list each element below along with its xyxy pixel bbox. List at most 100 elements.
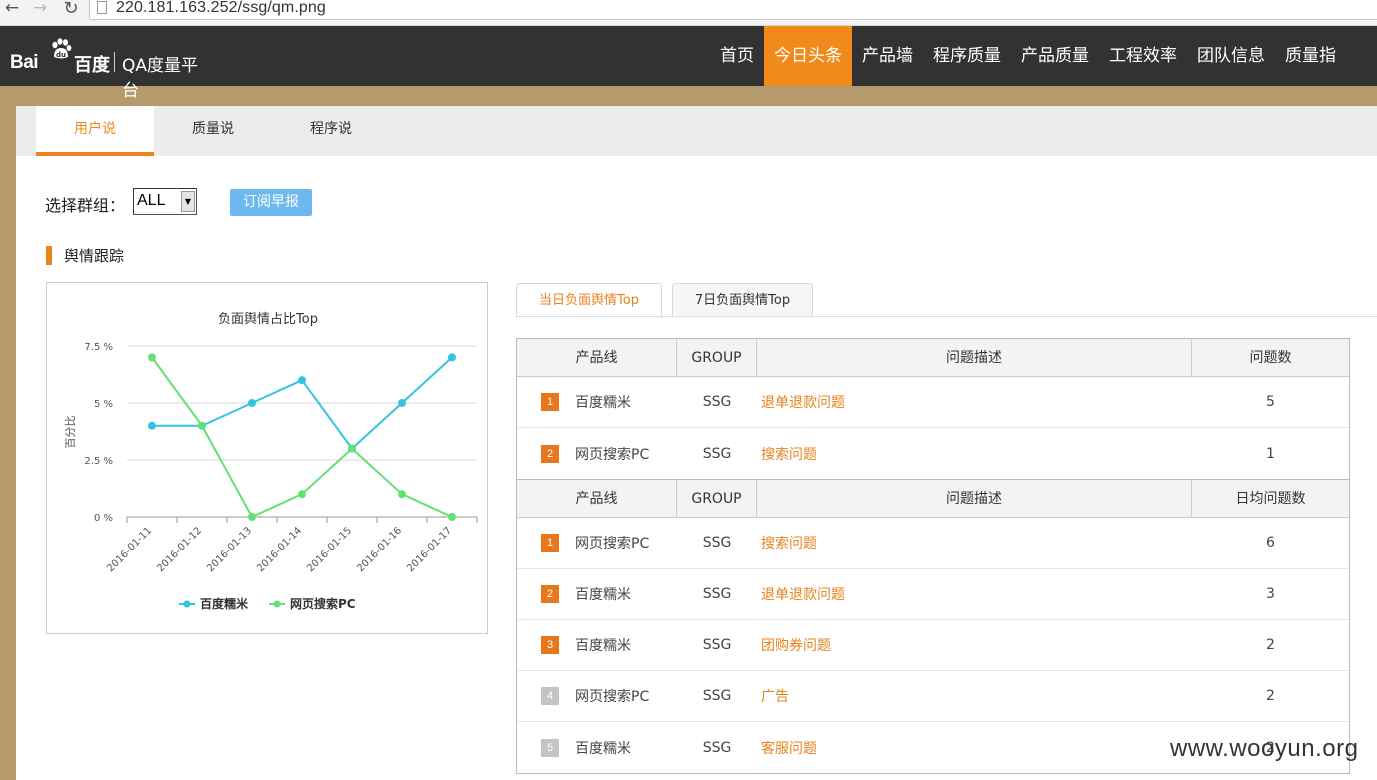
- group-cell: SSG: [702, 445, 732, 462]
- data-point: [348, 444, 356, 453]
- col-count: 问题数: [1249, 350, 1292, 366]
- data-point: [298, 490, 306, 499]
- 7day-issues-table: 产品线 GROUP 问题描述 日均问题数 1 网页搜索PC SSG 搜索问题 6 …: [516, 479, 1350, 774]
- platform-title: QA度量平台: [122, 56, 199, 101]
- logo-text-cn: 百度: [74, 55, 110, 76]
- col-product: 产品线: [517, 480, 677, 518]
- issue-link[interactable]: 搜索问题: [757, 533, 1192, 553]
- reload-icon[interactable]: ↻: [61, 0, 81, 20]
- nav-quality-index[interactable]: 质量指: [1275, 26, 1346, 86]
- issue-link[interactable]: 团购券问题: [757, 635, 1192, 655]
- nav-engineering-efficiency[interactable]: 工程效率: [1099, 26, 1187, 86]
- paw-icon: du: [52, 38, 72, 59]
- nav-product-quality[interactable]: 产品质量: [1011, 26, 1099, 86]
- data-point: [248, 513, 256, 521]
- product-name: 百度糯米: [575, 638, 631, 654]
- data-point: [248, 399, 256, 407]
- product-name: 网页搜索PC: [575, 446, 650, 463]
- nav-code-quality[interactable]: 程序质量: [923, 26, 1011, 86]
- x-tick-label: 2016-01-17: [405, 525, 454, 574]
- subscribe-report-button[interactable]: 订阅早报: [230, 189, 312, 216]
- issue-link[interactable]: 搜索问题: [757, 444, 1192, 464]
- data-point: [398, 399, 406, 407]
- table-header: 产品线 GROUP 问题描述 问题数: [517, 339, 1349, 377]
- count-cell: 5: [1266, 394, 1275, 410]
- issue-link[interactable]: 客服问题: [757, 738, 1192, 758]
- tab-code-says[interactable]: 程序说: [272, 106, 390, 156]
- table-row: 3 百度糯米 SSG 团购券问题 2: [517, 620, 1349, 671]
- data-point: [448, 513, 456, 521]
- data-point: [398, 490, 406, 499]
- url-field[interactable]: 220.181.163.252/ssg/qm.png: [89, 0, 1377, 20]
- section-title: 舆情跟踪: [64, 247, 125, 265]
- watermark: www.wooyun.org: [1170, 735, 1359, 762]
- nav-team-info[interactable]: 团队信息: [1187, 26, 1275, 86]
- top-nav: 首页 今日头条 产品墙 程序质量 产品质量 工程效率 团队信息 质量指: [710, 26, 1346, 86]
- issue-link[interactable]: 广告: [757, 686, 1192, 706]
- table-row: 1 百度糯米 SSG 退单退款问题 5: [517, 377, 1349, 428]
- nav-today-headlines[interactable]: 今日头条: [764, 26, 852, 86]
- tab-user-says[interactable]: 用户说: [36, 106, 154, 156]
- group-filter-label: 选择群组：: [45, 196, 126, 215]
- x-tick-label: 2016-01-14: [255, 525, 304, 574]
- tab-today-negative-top[interactable]: 当日负面舆情Top: [516, 283, 662, 318]
- y-tick-label: 0 %: [94, 513, 113, 524]
- url-text: 220.181.163.252/ssg/qm.png: [116, 0, 326, 16]
- browser-address-bar: ← → ↻ 220.181.163.252/ssg/qm.png: [0, 0, 1377, 26]
- x-tick-label: 2016-01-16: [355, 525, 404, 574]
- logo-divider: [114, 52, 115, 72]
- nav-home[interactable]: 首页: [710, 26, 764, 86]
- col-group: GROUP: [677, 480, 757, 518]
- col-product: 产品线: [517, 339, 677, 377]
- y-tick-label: 2.5 %: [84, 456, 113, 467]
- svg-text:du: du: [56, 51, 66, 59]
- legend-label: 网页搜索PC: [290, 596, 356, 611]
- count-cell: 2: [1266, 637, 1275, 653]
- nav-product-wall[interactable]: 产品墙: [852, 26, 923, 86]
- data-point: [148, 353, 156, 362]
- rank-badge: 1: [541, 534, 559, 552]
- product-name: 网页搜索PC: [575, 536, 650, 552]
- chart-ylabel: 百分比: [64, 416, 77, 449]
- table-row: 4 网页搜索PC SSG 广告 2: [517, 671, 1349, 722]
- col-daily-count: 日均问题数: [1235, 491, 1306, 507]
- table-row: 1 网页搜索PC SSG 搜索问题 6: [517, 518, 1349, 569]
- group-select[interactable]: ALL ▼: [133, 188, 197, 215]
- tab-7day-negative-top[interactable]: 7日负面舆情Top: [672, 283, 813, 317]
- rank-badge: 4: [541, 687, 559, 705]
- group-cell: SSG: [702, 394, 732, 410]
- product-name: 百度糯米: [575, 395, 631, 411]
- baidu-logo[interactable]: Bai du 百度 QA度量平台: [10, 38, 210, 101]
- legend-label: 百度糯米: [200, 596, 249, 611]
- page-icon: [97, 1, 107, 14]
- rank-badge: 2: [541, 444, 559, 463]
- back-arrow-icon[interactable]: ←: [2, 0, 22, 20]
- forward-arrow-icon[interactable]: →: [30, 0, 50, 20]
- data-point: [298, 376, 306, 385]
- x-tick-label: 2016-01-15: [305, 525, 354, 574]
- rank-badge: 5: [541, 738, 559, 757]
- count-cell: 6: [1266, 535, 1275, 551]
- tab-underline: [516, 316, 1377, 317]
- count-cell: 1: [1266, 445, 1275, 462]
- x-tick-label: 2016-01-11: [105, 525, 154, 574]
- chevron-down-icon[interactable]: ▼: [181, 191, 195, 212]
- issue-link[interactable]: 退单退款问题: [757, 584, 1192, 604]
- table-row: 2 百度糯米 SSG 退单退款问题 3: [517, 569, 1349, 620]
- rank-badge: 1: [541, 393, 559, 411]
- issue-link[interactable]: 退单退款问题: [757, 392, 1192, 412]
- table-row: 2 网页搜索PC SSG 搜索问题 1: [517, 428, 1349, 479]
- col-description: 问题描述: [757, 339, 1192, 377]
- sub-tabs: 用户说 质量说 程序说: [16, 106, 1377, 156]
- group-cell: SSG: [702, 535, 732, 551]
- tab-quality-says[interactable]: 质量说: [154, 106, 272, 156]
- chart-container: 负面舆情占比Top 百分比 0 % 2.5 % 5 % 7.5 % 2016-01-1…: [46, 282, 488, 634]
- data-point: [148, 421, 156, 430]
- chart-title: 负面舆情占比Top: [218, 312, 318, 327]
- rank-badge: 3: [541, 636, 559, 654]
- x-tick-label: 2016-01-13: [205, 525, 254, 574]
- product-name: 百度糯米: [575, 587, 631, 603]
- rank-badge: 2: [541, 585, 559, 603]
- main-panel: 用户说 质量说 程序说 选择群组： ALL ▼ 订阅早报 舆情跟踪 负面舆情占比…: [16, 106, 1377, 780]
- col-description: 问题描述: [757, 480, 1192, 518]
